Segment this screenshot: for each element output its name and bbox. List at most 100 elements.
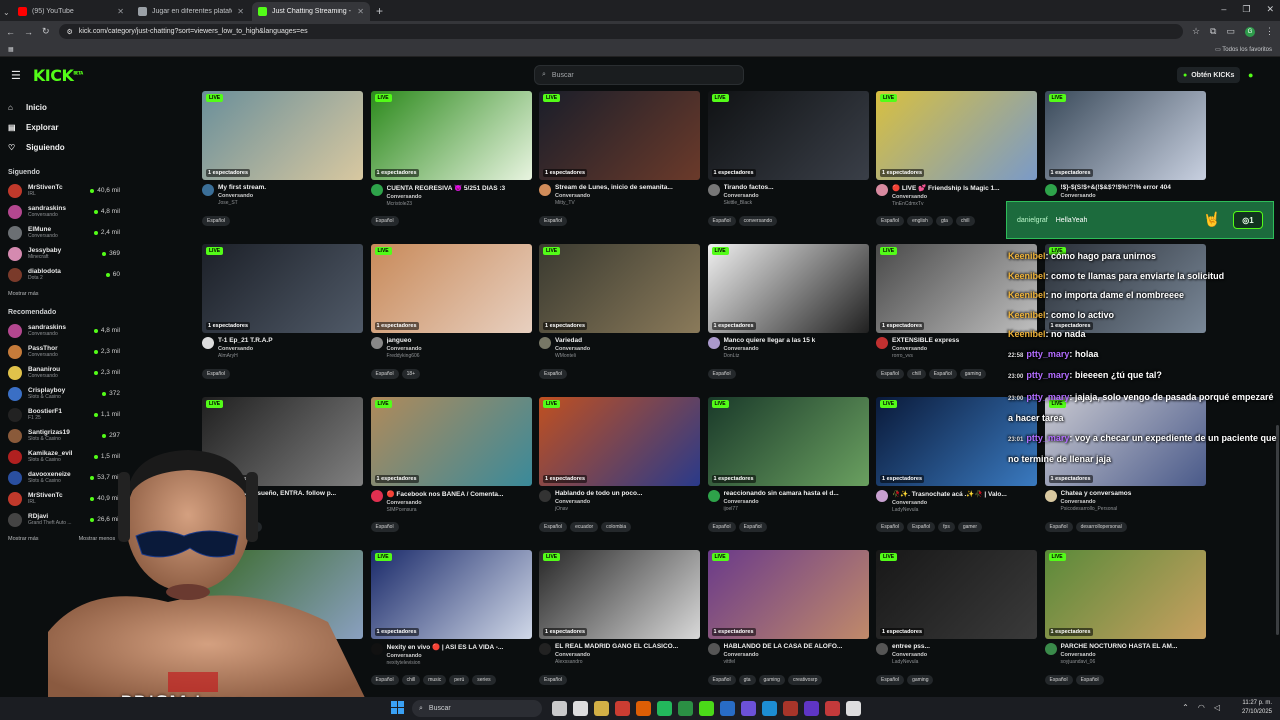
stream-title[interactable]: Variedad xyxy=(555,337,700,344)
avatar[interactable] xyxy=(539,184,551,196)
stream-thumbnail[interactable]: LIVE 1 espectadores xyxy=(370,397,532,486)
tag-chip[interactable]: Español xyxy=(707,675,736,685)
back-icon[interactable]: ← xyxy=(6,27,15,37)
stream-title[interactable]: Stream de Lunes, inicio de semanita... xyxy=(555,184,700,191)
sidebar-channel[interactable]: BoostierF1 F1 25 1,1 mil xyxy=(0,404,130,425)
site-info-icon[interactable]: ⚙ xyxy=(67,28,73,36)
streamer-name[interactable]: ijoel77 xyxy=(724,506,869,512)
stream-category[interactable]: Conversando xyxy=(1061,193,1206,199)
tag-chip[interactable]: conversando xyxy=(738,216,778,226)
tag-chip[interactable]: Español xyxy=(907,522,936,532)
tag-chip[interactable]: music xyxy=(423,675,447,685)
tag-chip[interactable]: gta xyxy=(738,675,756,685)
tag-chip[interactable]: gta xyxy=(935,216,953,226)
avatar[interactable] xyxy=(876,490,888,502)
tag-chip[interactable]: gaming xyxy=(758,675,785,685)
stream-category[interactable]: Conversando xyxy=(892,500,1037,506)
streamer-name[interactable]: soyjuandavi_06 xyxy=(1061,659,1206,665)
stream-card[interactable]: LIVE 1 espectadores T-1 Ep_21 T.R.A.P Conve… xyxy=(202,244,363,384)
tag-chip[interactable]: Español xyxy=(928,369,957,379)
stream-title[interactable]: Nexity en vivo 🔴 | ASI ES LA VIDA -... xyxy=(387,643,532,651)
stream-title[interactable]: Hablando de todo un poco... xyxy=(555,490,700,497)
tag-chip[interactable]: Español xyxy=(1044,675,1073,685)
stream-card[interactable]: LIVE 1 espectadores CUENTA REGRESIVA 😈 5/2… xyxy=(370,91,532,231)
tag-chip[interactable]: series xyxy=(472,675,496,685)
tag-chip[interactable]: Español xyxy=(370,216,399,226)
stream-title[interactable]: !$}-$(S!$+&(!$&$?!$%!?!% error 404 xyxy=(1061,184,1206,191)
stream-title[interactable]: My first stream. xyxy=(218,184,363,191)
streamer-name[interactable]: Psicodesarrollo_Personal xyxy=(1061,506,1206,512)
stream-title[interactable]: 🥀✨. Trasnochate acá .✨🥀 | Valo... xyxy=(892,490,1037,498)
stream-title[interactable]: jangueo xyxy=(387,337,532,344)
avatar[interactable] xyxy=(539,643,551,655)
wifi-icon[interactable]: ◠ xyxy=(1198,703,1205,712)
stream-category[interactable]: Conversando xyxy=(1061,499,1206,505)
stream-thumbnail[interactable]: LIVE 1 espectadores xyxy=(876,91,1037,180)
stream-category[interactable]: Conversando xyxy=(724,346,869,352)
tag-chip[interactable]: Español xyxy=(539,522,568,532)
browser-tab-youtube[interactable]: (95) YouTube ✕ xyxy=(12,2,130,21)
avatar[interactable] xyxy=(1044,643,1057,655)
stream-card[interactable]: LIVE 1 espectadores Manco quiere llegar a … xyxy=(707,244,869,384)
tag-chip[interactable]: creativosrp xyxy=(787,675,823,685)
close-tab-icon[interactable]: ✕ xyxy=(357,7,364,16)
stream-category[interactable]: Conversando xyxy=(892,652,1037,658)
stream-category[interactable]: Conversando xyxy=(724,193,869,199)
stream-category[interactable]: Conversando xyxy=(555,652,700,658)
sidebar-channel[interactable]: sandraskins Conversando 4,8 mil xyxy=(0,201,130,222)
chevron-up-icon[interactable]: ⌃ xyxy=(1182,703,1189,712)
forward-icon[interactable]: → xyxy=(24,27,33,37)
tag-chip[interactable]: Español xyxy=(1044,522,1073,532)
sidebar-channel[interactable]: PassThor Conversando 2,3 mil xyxy=(0,341,130,362)
stream-thumbnail[interactable]: LIVE 1 espectadores xyxy=(370,91,532,180)
streamer-name[interactable]: Mitty_TV xyxy=(555,200,700,206)
nav-siguiendo[interactable]: ♡ Siguiendo xyxy=(8,137,130,157)
clock[interactable]: 11:27 p. m. 27/10/2025 xyxy=(1242,699,1272,717)
search-input[interactable]: ⌕ Buscar xyxy=(534,65,744,85)
taskbar-app-icon[interactable] xyxy=(636,701,651,716)
extensions-icon[interactable]: ⧉ xyxy=(1210,26,1216,37)
streamer-name[interactable]: DonLtz xyxy=(724,353,869,359)
sidebar-channel[interactable]: ElMune Conversando 2,4 mil xyxy=(0,222,130,243)
taskbar-app-icon[interactable] xyxy=(720,701,735,716)
avatar[interactable] xyxy=(707,337,720,349)
profile-avatar[interactable]: G xyxy=(1245,26,1255,37)
avatar[interactable] xyxy=(539,337,551,349)
avatar[interactable] xyxy=(370,490,383,502)
stream-card[interactable]: LIVE 1 espectadores reaccionando sin camar… xyxy=(707,397,869,537)
stream-category[interactable]: Conversando xyxy=(724,499,869,505)
tag-chip[interactable]: Español xyxy=(539,216,568,226)
sidebar-channel[interactable]: Bananirou Conversando 2,3 mil xyxy=(0,362,130,383)
streamer-name[interactable]: WMonteli xyxy=(555,353,700,359)
sidebar-channel[interactable]: diablodota Dota 2 60 xyxy=(0,264,130,285)
stream-title[interactable]: Manco quiere llegar a las 15 k xyxy=(724,337,869,344)
tag-chip[interactable]: english xyxy=(907,216,933,226)
menu-dots-icon[interactable]: ⋮ xyxy=(1265,26,1274,37)
tag-chip[interactable]: gaming xyxy=(959,369,987,379)
streamer-name[interactable]: Skittle_Black xyxy=(724,200,869,206)
avatar[interactable] xyxy=(876,337,888,349)
stream-card[interactable]: LIVE 1 espectadores Stream de Lunes, inici… xyxy=(539,91,700,231)
apps-grid-icon[interactable]: ▦ xyxy=(8,46,14,53)
tag-chip[interactable]: Español xyxy=(707,369,736,379)
streamer-name[interactable]: LadyNevula xyxy=(892,659,1037,665)
nav-inicio[interactable]: ⌂ Inicio xyxy=(8,97,130,117)
stream-thumbnail[interactable]: LIVE 1 espectadores xyxy=(539,91,700,180)
taskbar-app-icon[interactable] xyxy=(615,701,630,716)
tag-chip[interactable]: Español xyxy=(1075,675,1104,685)
tag-chip[interactable]: ecuador xyxy=(570,522,599,532)
taskbar-app-icon[interactable] xyxy=(783,701,798,716)
show-more-following[interactable]: Mostrar más xyxy=(8,291,39,297)
stream-title[interactable]: 🔴 LIVE 💕 Friendship Is Magic 1... xyxy=(892,184,1037,192)
stream-title[interactable]: PARCHE NOCTURNO HASTA EL AM... xyxy=(1061,643,1206,650)
stream-thumbnail[interactable]: LIVE 1 espectadores xyxy=(1044,550,1206,639)
stream-card[interactable]: LIVE 1 espectadores My first stream. Conver… xyxy=(202,91,363,231)
avatar[interactable] xyxy=(707,643,720,655)
taskbar-app-icon[interactable] xyxy=(657,701,672,716)
taskbar-app-icon[interactable] xyxy=(804,701,819,716)
close-window-icon[interactable]: ✕ xyxy=(1266,4,1274,15)
stream-title[interactable]: T-1 Ep_21 T.R.A.P xyxy=(218,337,363,344)
taskbar-app-icon[interactable] xyxy=(741,701,756,716)
stream-thumbnail[interactable]: LIVE 1 espectadores xyxy=(1044,91,1206,180)
stream-title[interactable]: Tirando factos... xyxy=(724,184,869,191)
